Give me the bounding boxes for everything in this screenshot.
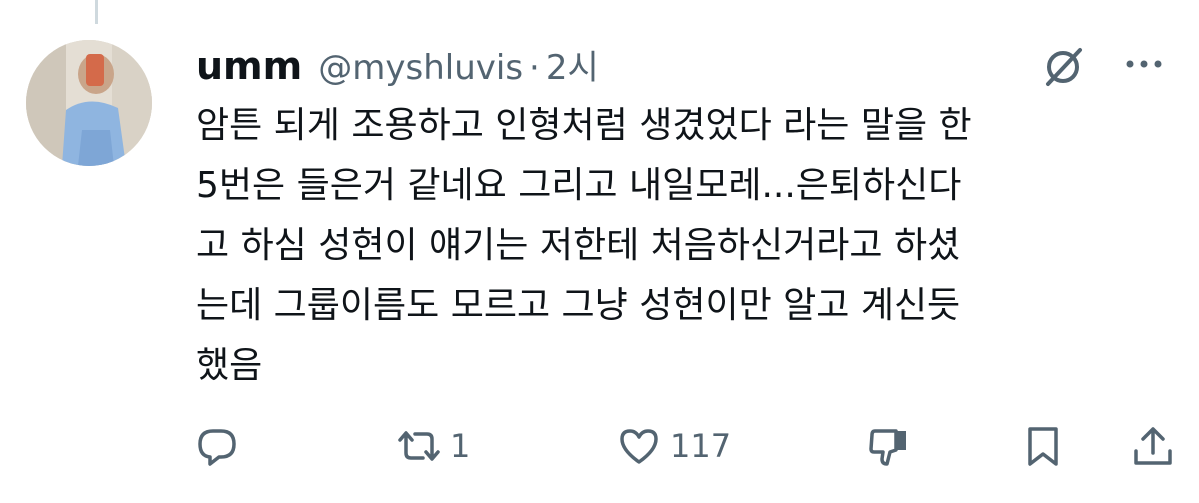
author-display-name[interactable]: umm	[196, 44, 302, 88]
retweet-icon	[398, 431, 440, 461]
avatar-photo	[26, 40, 152, 166]
tweet-timestamp[interactable]: 2시	[546, 40, 599, 89]
retweet-count: 1	[450, 427, 471, 465]
tweet-header: umm @myshluvis · 2시	[196, 40, 599, 88]
downvote-button[interactable]	[866, 416, 912, 476]
reply-button[interactable]	[194, 416, 240, 476]
bookmark-icon	[1028, 427, 1058, 466]
tweet-text: 암튼 되게 조용하고 인형처럼 생겼었다 라는 말을 한 5번은 들은거 같네요…	[196, 105, 972, 386]
thread-connector-line	[95, 0, 98, 24]
like-count: 117	[670, 427, 732, 465]
retweet-button[interactable]: 1	[396, 416, 470, 476]
downvote-icon	[869, 429, 906, 466]
grok-icon[interactable]	[1040, 44, 1086, 90]
reply-icon	[198, 429, 236, 466]
heart-icon	[620, 429, 658, 464]
author-handle[interactable]: @myshluvis	[318, 48, 523, 88]
share-icon	[1134, 427, 1172, 465]
like-button[interactable]: 117	[616, 416, 731, 476]
bookmark-button[interactable]	[1020, 416, 1066, 476]
header-separator: ·	[529, 48, 540, 88]
more-options-icon[interactable]	[1118, 44, 1170, 84]
avatar[interactable]	[26, 40, 152, 166]
share-button[interactable]	[1130, 416, 1176, 476]
tweet-action-bar: 1 117	[190, 416, 1180, 476]
